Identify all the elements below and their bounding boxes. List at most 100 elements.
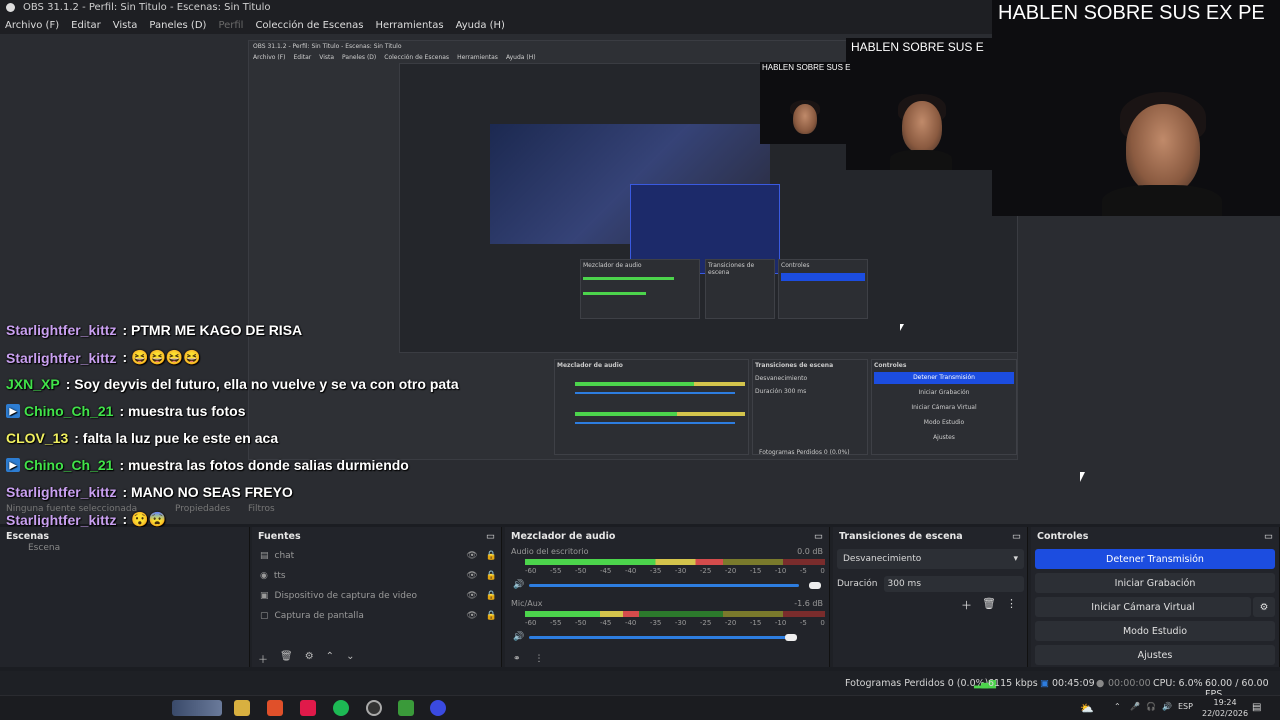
notification-icon[interactable]: ▤	[1252, 702, 1261, 713]
volume-meter	[525, 559, 825, 565]
studio-mode-button[interactable]: Modo Estudio	[1035, 621, 1275, 641]
scale-tick-label: -30	[674, 619, 687, 627]
add-source-icon[interactable]: ＋	[258, 651, 268, 666]
source-label: Dispositivo de captura de video	[274, 591, 418, 601]
search-box[interactable]	[172, 700, 222, 716]
audio-mixer-dock: Mezclador de audio ▭ Audio del escritorio…	[505, 527, 830, 667]
move-down-icon[interactable]: ⌄	[346, 651, 354, 666]
stream-icon: ▣	[1040, 678, 1049, 689]
dock-float-icon[interactable]: ▭	[486, 531, 495, 542]
discord-icon[interactable]	[430, 700, 446, 716]
mouse-cursor	[1080, 472, 1085, 482]
virtual-camera-gear-icon[interactable]: ⚙	[1253, 597, 1275, 617]
volume-meter	[525, 611, 825, 617]
speaker-icon[interactable]: 🔊	[513, 632, 524, 642]
source-label: Captura de pantalla	[274, 611, 364, 621]
menu-vista[interactable]: Vista	[113, 20, 138, 31]
settings-button[interactable]: Ajustes	[1035, 645, 1275, 665]
dock-float-icon[interactable]: ▭	[1264, 531, 1273, 542]
nested1-transitions: Transiciones de escena Desvanecimiento D…	[752, 359, 868, 455]
scale-tick-label: -5	[799, 567, 807, 575]
menu-herramientas[interactable]: Herramientas	[375, 20, 443, 31]
chat-text: : PTMR ME KAGO DE RISA	[122, 322, 303, 338]
language-indicator[interactable]: ESP	[1178, 702, 1193, 711]
start-recording-button[interactable]: Iniciar Grabación	[1035, 573, 1275, 593]
volume-slider[interactable]	[529, 582, 821, 589]
stop-stream-button[interactable]: Detener Transmisión	[1035, 549, 1275, 569]
mic-icon[interactable]: 🎤	[1130, 702, 1140, 711]
chat-username: Starlightfer_kittz	[6, 349, 117, 366]
chat-username: JXN_XP	[6, 376, 60, 392]
lock-icon[interactable]: 🔒	[486, 571, 497, 581]
chat-message: Starlightfer_kittz: PTMR ME KAGO DE RISA	[6, 322, 302, 338]
clock[interactable]: 19:24 22/02/2026	[1202, 697, 1248, 719]
eye-icon[interactable]: 👁	[466, 591, 477, 601]
dock-float-icon[interactable]: ▭	[1012, 531, 1021, 542]
folder-icon[interactable]	[234, 700, 250, 716]
gear-icon[interactable]: ⚙	[305, 651, 314, 666]
scale-tick-label: 0	[820, 567, 825, 575]
scale-tick-label: -5	[799, 619, 807, 627]
scale-tick-label: -55	[549, 567, 562, 575]
scale-tick-label: -35	[649, 567, 662, 575]
remove-transition-icon[interactable]: 🗑	[982, 597, 996, 613]
source-item[interactable]: ▤ chat 👁 🔒	[256, 547, 497, 565]
scale-tick-label: -20	[724, 567, 737, 575]
properties-button[interactable]: Propiedades	[175, 504, 230, 514]
eye-icon[interactable]: 👁	[466, 611, 477, 621]
dock-area: Escenas Escena Fuentes ▭ ▤ chat 👁 🔒 ◉ tts 👁 🔒 ▣…	[0, 527, 1280, 667]
record-time: 00:00:00	[1108, 678, 1151, 689]
scene-item[interactable]: Escena	[0, 543, 249, 553]
lock-icon[interactable]: 🔒	[486, 591, 497, 601]
no-source-label: Ninguna fuente seleccionada	[6, 504, 138, 514]
duration-input[interactable]: 300 ms	[883, 576, 1024, 592]
source-icon: ▢	[260, 611, 269, 621]
menu-coleccion[interactable]: Colección de Escenas	[255, 20, 363, 31]
eye-icon[interactable]: 👁	[466, 571, 477, 581]
lock-icon[interactable]: 🔒	[486, 611, 497, 621]
headset-icon[interactable]: 🎧	[1146, 702, 1156, 711]
window-title: OBS 31.1.2 - Perfil: Sin Titulo - Escena…	[23, 2, 271, 13]
source-item[interactable]: ▣ Dispositivo de captura de video 👁 🔒	[256, 587, 497, 605]
source-item[interactable]: ▢ Captura de pantalla 👁 🔒	[256, 607, 497, 625]
headline-text: HABLEN SOBRE SUS EX PE	[998, 2, 1265, 24]
tiktok-icon[interactable]	[300, 700, 316, 716]
link-icon[interactable]: ⚭	[513, 654, 521, 664]
menu-perfil[interactable]: Perfil	[218, 20, 243, 31]
obs-icon[interactable]	[366, 700, 382, 716]
webcam-main	[992, 0, 1280, 216]
menu-editar[interactable]: Editar	[71, 20, 101, 31]
meter-level	[525, 611, 639, 617]
nested1-status: Fotogramas Perdidos 0 (0.0%)	[759, 449, 850, 456]
lock-icon[interactable]: 🔒	[486, 551, 497, 561]
webcam-nested1	[846, 38, 992, 170]
app-icon[interactable]	[398, 700, 414, 716]
source-label: chat	[274, 551, 295, 561]
start-virtual-camera-button[interactable]: Iniciar Cámara Virtual	[1035, 597, 1251, 617]
scale-tick-label: -60	[525, 567, 537, 575]
volume-icon[interactable]: 🔊	[1162, 702, 1172, 711]
speaker-icon[interactable]: 🔊	[513, 580, 524, 590]
remove-source-icon[interactable]: 🗑	[280, 651, 293, 666]
transition-select[interactable]: Desvanecimiento ▾	[837, 549, 1024, 569]
more-icon[interactable]: ⋮	[535, 654, 544, 664]
filters-button[interactable]: Filtros	[248, 504, 275, 514]
brave-icon[interactable]	[267, 700, 283, 716]
source-item[interactable]: ◉ tts 👁 🔒	[256, 567, 497, 585]
menu-paneles[interactable]: Paneles (D)	[149, 20, 206, 31]
duration-label: Duración	[837, 579, 878, 589]
more-icon[interactable]: ⋮	[1006, 597, 1017, 613]
channel-name: Audio del escritorio	[511, 547, 589, 556]
eye-icon[interactable]: 👁	[466, 551, 477, 561]
status-bar: Fotogramas Perdidos 0 (0.0%) ▂▄▆ 6115 kb…	[0, 671, 1280, 700]
dock-float-icon[interactable]: ▭	[814, 531, 823, 542]
chevron-up-icon[interactable]: ⌃	[1114, 702, 1121, 711]
menu-ayuda[interactable]: Ayuda (H)	[456, 20, 505, 31]
nested-mixer: Mezclador de audio	[580, 259, 700, 319]
weather-icon[interactable]: ⛅	[1080, 702, 1094, 715]
move-up-icon[interactable]: ⌃	[326, 651, 334, 666]
menu-archivo[interactable]: Archivo (F)	[5, 20, 59, 31]
volume-slider[interactable]	[529, 634, 797, 641]
add-transition-icon[interactable]: ＋	[961, 597, 972, 613]
spotify-icon[interactable]	[333, 700, 349, 716]
